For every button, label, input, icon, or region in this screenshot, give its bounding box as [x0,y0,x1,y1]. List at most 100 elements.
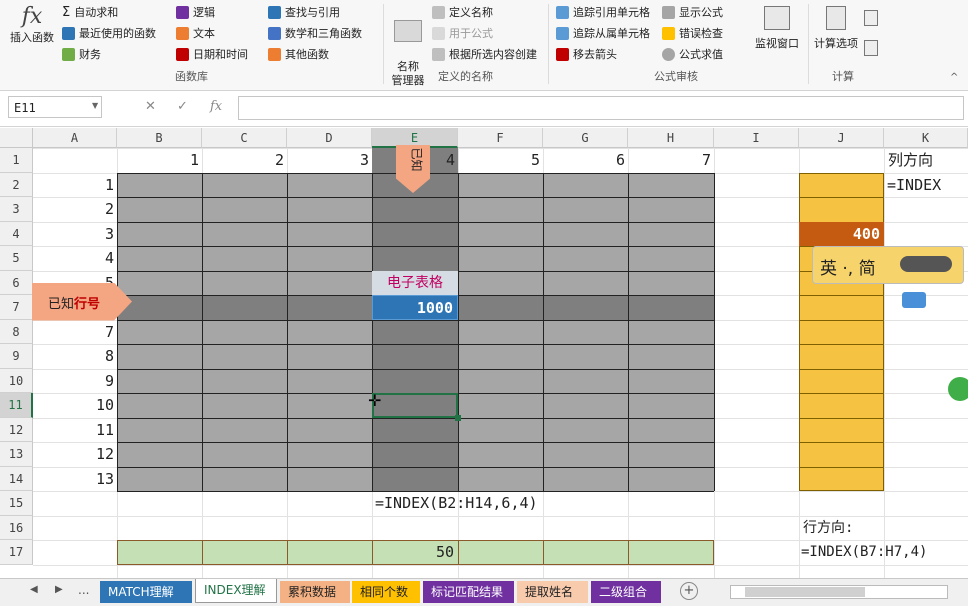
row-header-7[interactable]: 7 [0,295,33,320]
col-index-7[interactable]: 7 [628,148,714,173]
use-in-formula-button[interactable]: 用于公式 [432,25,493,41]
row-index-12[interactable]: 12 [33,442,117,467]
lookup-button[interactable]: 查找与引用 [268,4,340,20]
row-header-5[interactable]: 5 [0,246,33,271]
row-header-12[interactable]: 12 [0,417,33,442]
formula-input[interactable] [238,96,964,120]
sheet-tab[interactable]: 累积数据 [280,581,350,603]
define-name-button[interactable]: 定义名称 [432,4,493,20]
evaluate-formula-button[interactable]: 公式求值 [662,46,723,62]
cell-e6[interactable]: 电子表格 [372,270,458,295]
row-header-16[interactable]: 16 [0,515,33,540]
spreadsheet-grid[interactable]: A B C D E F G H I J K 1 2 3 4 5 6 7 8 9 10 11 12 13 14 15 16 17 1 2 3 4… [0,128,968,578]
cell-k1[interactable]: 列方向 [888,148,933,173]
trace-dependents-button[interactable]: 追踪从属单元格 [556,25,650,41]
column-header-i[interactable]: I [714,128,799,148]
row-index-2[interactable]: 2 [33,197,117,222]
error-check-button[interactable]: 错误检查 [662,25,723,41]
sheet-tab[interactable]: 二级组合 [591,581,661,603]
row-index-8[interactable]: 8 [33,344,117,369]
row-header-8[interactable]: 8 [0,319,33,344]
cancel-icon[interactable]: ✕ [145,99,156,114]
column-header-f[interactable]: F [458,128,543,148]
row-header-14[interactable]: 14 [0,466,33,491]
cell-e15[interactable]: =INDEX(B2:H14,6,4) [372,491,538,516]
tab-prev-icon[interactable]: ◀ [30,584,38,595]
column-header-b[interactable]: B [117,128,202,148]
sheet-tab[interactable]: INDEX理解 [195,579,277,603]
row-header-9[interactable]: 9 [0,344,33,369]
row-index-13[interactable]: 13 [33,467,117,492]
row-header-15[interactable]: 15 [0,491,33,516]
cell-e7[interactable]: 1000 [372,295,458,320]
sheet-tab[interactable]: 标记匹配结果 [423,581,514,603]
link-icon[interactable] [902,292,926,308]
sheet-tab[interactable]: MATCH理解 [100,581,192,603]
col-index-5[interactable]: 5 [458,148,543,173]
financial-button[interactable]: 财务 [62,46,101,62]
select-all-corner[interactable] [0,128,33,148]
datetime-button[interactable]: 日期和时间 [176,46,248,62]
col-index-6[interactable]: 6 [543,148,628,173]
sheet-tab[interactable]: 相同个数 [352,581,420,603]
watch-window-button[interactable]: 监视窗口 [752,6,802,51]
chevron-down-icon[interactable]: ▼ [92,101,98,110]
row-header-2[interactable]: 2 [0,172,33,197]
scroll-thumb[interactable] [745,587,865,597]
trace-precedents-button[interactable]: 追踪引用单元格 [556,4,650,20]
cell-j4[interactable]: 400 [799,221,884,246]
sheet-tab[interactable]: 提取姓名 [517,581,588,603]
column-header-c[interactable]: C [202,128,287,148]
row-index-11[interactable]: 11 [33,418,117,443]
cell-j17[interactable]: =INDEX(B7:H7,4) [801,540,927,565]
recent-functions-button[interactable]: 最近使用的函数 [62,25,156,41]
row-index-3[interactable]: 3 [33,222,117,247]
logical-button[interactable]: 逻辑 [176,4,215,20]
selected-cell-e11[interactable] [372,393,458,418]
autosum-button[interactable]: Σ 自动求和 [62,4,118,20]
side-circle-icon[interactable] [948,376,968,401]
cell-k2[interactable]: =INDEX [887,173,941,198]
row-header-10[interactable]: 10 [0,368,33,393]
insert-function-icon[interactable]: fx [210,99,222,114]
row-index-1[interactable]: 1 [33,173,117,198]
column-header-k[interactable]: K [884,128,968,148]
column-header-j[interactable]: J [799,128,884,148]
row-header-13[interactable]: 13 [0,442,33,467]
column-header-d[interactable]: D [287,128,372,148]
column-header-a[interactable]: A [33,128,117,148]
fill-handle[interactable] [455,414,461,421]
col-index-2[interactable]: 2 [202,148,287,173]
col-index-3[interactable]: 3 [287,148,372,173]
row-header-17[interactable]: 17 [0,540,33,565]
create-from-selection-button[interactable]: 根据所选内容创建 [432,46,537,62]
row-header-3[interactable]: 3 [0,197,33,222]
collapse-ribbon-icon[interactable]: ^ [950,72,958,83]
enter-icon[interactable]: ✓ [177,99,188,114]
row-index-7[interactable]: 7 [33,320,117,345]
text-button[interactable]: 文本 [176,25,215,41]
row-header-6[interactable]: 6 [0,270,33,295]
calc-options-button[interactable]: 计算选项 [810,6,862,51]
remove-arrows-button[interactable]: 移去箭头 [556,46,617,62]
cell-e17[interactable]: 50 [372,540,458,565]
other-functions-button[interactable]: 其他函数 [268,46,329,62]
row-header-4[interactable]: 4 [0,221,33,246]
row-index-9[interactable]: 9 [33,369,117,394]
tab-more[interactable]: ... [78,583,89,597]
column-header-g[interactable]: G [543,128,628,148]
column-header-h[interactable]: H [628,128,714,148]
row-header-11[interactable]: 11 [0,393,33,418]
row-index-4[interactable]: 4 [33,246,117,271]
show-formulas-button[interactable]: 显示公式 [662,4,723,20]
add-sheet-icon[interactable]: + [680,582,698,600]
row-header-1[interactable]: 1 [0,148,33,173]
math-button[interactable]: 数学和三角函数 [268,25,362,41]
horizontal-scrollbar[interactable] [730,585,948,599]
calc-sheet-icon[interactable] [864,40,878,56]
insert-function-button[interactable]: fx 插入函数 [8,4,56,45]
col-index-1[interactable]: 1 [117,148,202,173]
calc-now-icon[interactable] [864,10,878,26]
cell-j16[interactable]: 行方向: [803,516,853,541]
row-index-10[interactable]: 10 [33,393,117,418]
